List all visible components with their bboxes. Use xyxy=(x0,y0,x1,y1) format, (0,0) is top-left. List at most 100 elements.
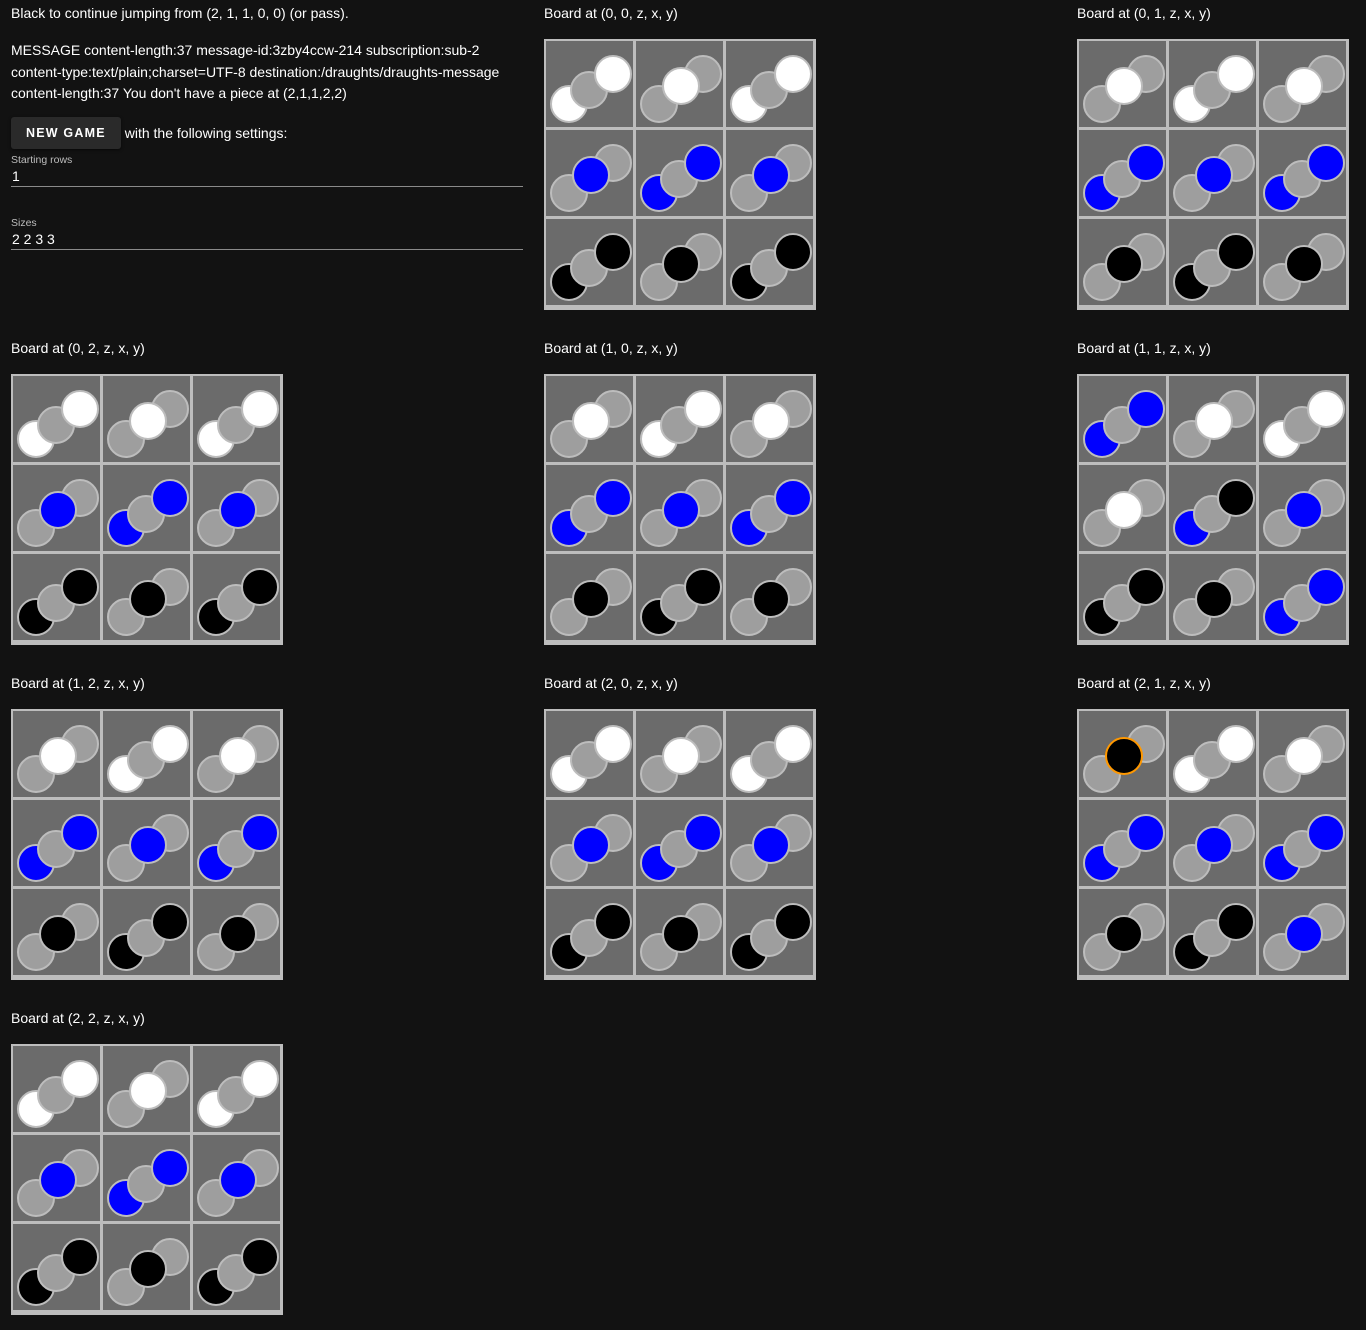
black-piece[interactable] xyxy=(1105,245,1143,283)
blue-piece[interactable] xyxy=(1285,915,1323,953)
white-piece[interactable] xyxy=(594,55,632,93)
black-piece[interactable] xyxy=(594,903,632,941)
board-cell[interactable] xyxy=(1259,219,1346,305)
white-piece[interactable] xyxy=(1285,737,1323,775)
black-piece[interactable] xyxy=(219,915,257,953)
board-cell[interactable] xyxy=(1169,889,1256,975)
white-piece[interactable] xyxy=(1217,55,1255,93)
board-cell[interactable] xyxy=(726,130,813,216)
sizes-input[interactable]: 2 2 3 3 xyxy=(11,229,523,250)
sizes-field[interactable]: Sizes 2 2 3 3 xyxy=(11,217,523,250)
black-piece[interactable] xyxy=(1195,580,1233,618)
black-piece[interactable] xyxy=(241,1238,279,1276)
board-cell[interactable] xyxy=(13,1046,100,1132)
board-cell[interactable] xyxy=(636,219,723,305)
white-piece[interactable] xyxy=(684,390,722,428)
board-cell[interactable] xyxy=(636,800,723,886)
board-cell[interactable] xyxy=(1169,376,1256,462)
blue-piece[interactable] xyxy=(684,814,722,852)
blue-piece[interactable] xyxy=(219,491,257,529)
board-cell[interactable] xyxy=(546,219,633,305)
board-cell[interactable] xyxy=(726,800,813,886)
board-cell[interactable] xyxy=(726,219,813,305)
board-cell[interactable] xyxy=(1079,130,1166,216)
board-cell[interactable] xyxy=(1259,800,1346,886)
board-cell[interactable] xyxy=(193,1135,280,1221)
board-cell[interactable] xyxy=(546,800,633,886)
board-cell[interactable] xyxy=(546,376,633,462)
blue-piece[interactable] xyxy=(1127,144,1165,182)
board-cell[interactable] xyxy=(546,889,633,975)
white-piece[interactable] xyxy=(151,725,189,763)
white-piece[interactable] xyxy=(1105,67,1143,105)
board-cell[interactable] xyxy=(13,1135,100,1221)
black-piece[interactable] xyxy=(1217,233,1255,271)
white-piece[interactable] xyxy=(752,402,790,440)
blue-piece[interactable] xyxy=(61,814,99,852)
board-cell[interactable] xyxy=(103,376,190,462)
board-cell[interactable] xyxy=(193,800,280,886)
blue-piece[interactable] xyxy=(241,814,279,852)
black-piece[interactable] xyxy=(752,580,790,618)
board-cell[interactable] xyxy=(193,1046,280,1132)
board-cell[interactable] xyxy=(13,711,100,797)
black-piece[interactable] xyxy=(1217,479,1255,517)
board-cell[interactable] xyxy=(1259,889,1346,975)
black-piece[interactable] xyxy=(61,568,99,606)
starting-rows-input[interactable]: 1 xyxy=(11,166,523,187)
white-piece[interactable] xyxy=(662,737,700,775)
board-cell[interactable] xyxy=(546,41,633,127)
white-piece[interactable] xyxy=(39,737,77,775)
board-cell[interactable] xyxy=(1079,465,1166,551)
board-cell[interactable] xyxy=(1079,376,1166,462)
white-piece[interactable] xyxy=(219,737,257,775)
black-piece[interactable] xyxy=(151,903,189,941)
board-cell[interactable] xyxy=(1169,130,1256,216)
board-cell[interactable] xyxy=(103,889,190,975)
board-cell[interactable] xyxy=(1259,554,1346,640)
white-piece[interactable] xyxy=(129,1072,167,1110)
board-cell[interactable] xyxy=(1169,800,1256,886)
blue-piece[interactable] xyxy=(151,1149,189,1187)
white-piece[interactable] xyxy=(129,402,167,440)
black-piece[interactable] xyxy=(129,1250,167,1288)
black-piece[interactable] xyxy=(39,915,77,953)
board-cell[interactable] xyxy=(546,130,633,216)
black-piece[interactable] xyxy=(774,903,812,941)
blue-piece[interactable] xyxy=(1285,491,1323,529)
board-cell[interactable] xyxy=(1259,130,1346,216)
board-cell[interactable] xyxy=(726,711,813,797)
board-cell[interactable] xyxy=(13,554,100,640)
starting-rows-field[interactable]: Starting rows 1 xyxy=(11,154,523,187)
board-cell[interactable] xyxy=(1169,219,1256,305)
blue-piece[interactable] xyxy=(594,479,632,517)
board-cell[interactable] xyxy=(193,465,280,551)
board-cell[interactable] xyxy=(193,889,280,975)
board-cell[interactable] xyxy=(726,889,813,975)
white-piece[interactable] xyxy=(1217,725,1255,763)
white-piece[interactable] xyxy=(662,67,700,105)
board-cell[interactable] xyxy=(636,130,723,216)
board-cell[interactable] xyxy=(103,1046,190,1132)
board-cell[interactable] xyxy=(1169,465,1256,551)
board-cell[interactable] xyxy=(636,41,723,127)
black-piece[interactable] xyxy=(662,245,700,283)
board-cell[interactable] xyxy=(636,465,723,551)
board-cell[interactable] xyxy=(636,554,723,640)
board-cell[interactable] xyxy=(1259,41,1346,127)
black-piece[interactable] xyxy=(594,233,632,271)
white-piece[interactable] xyxy=(241,390,279,428)
board-cell[interactable] xyxy=(1259,711,1346,797)
board-cell[interactable] xyxy=(103,1135,190,1221)
board-cell[interactable] xyxy=(1079,219,1166,305)
board-cell[interactable] xyxy=(193,711,280,797)
blue-piece[interactable] xyxy=(1195,156,1233,194)
white-piece[interactable] xyxy=(241,1060,279,1098)
board-cell[interactable] xyxy=(726,376,813,462)
board-cell[interactable] xyxy=(636,376,723,462)
white-piece[interactable] xyxy=(1307,390,1345,428)
board-cell[interactable] xyxy=(1169,711,1256,797)
board-cell[interactable] xyxy=(13,465,100,551)
board-cell[interactable] xyxy=(726,554,813,640)
blue-piece[interactable] xyxy=(662,491,700,529)
